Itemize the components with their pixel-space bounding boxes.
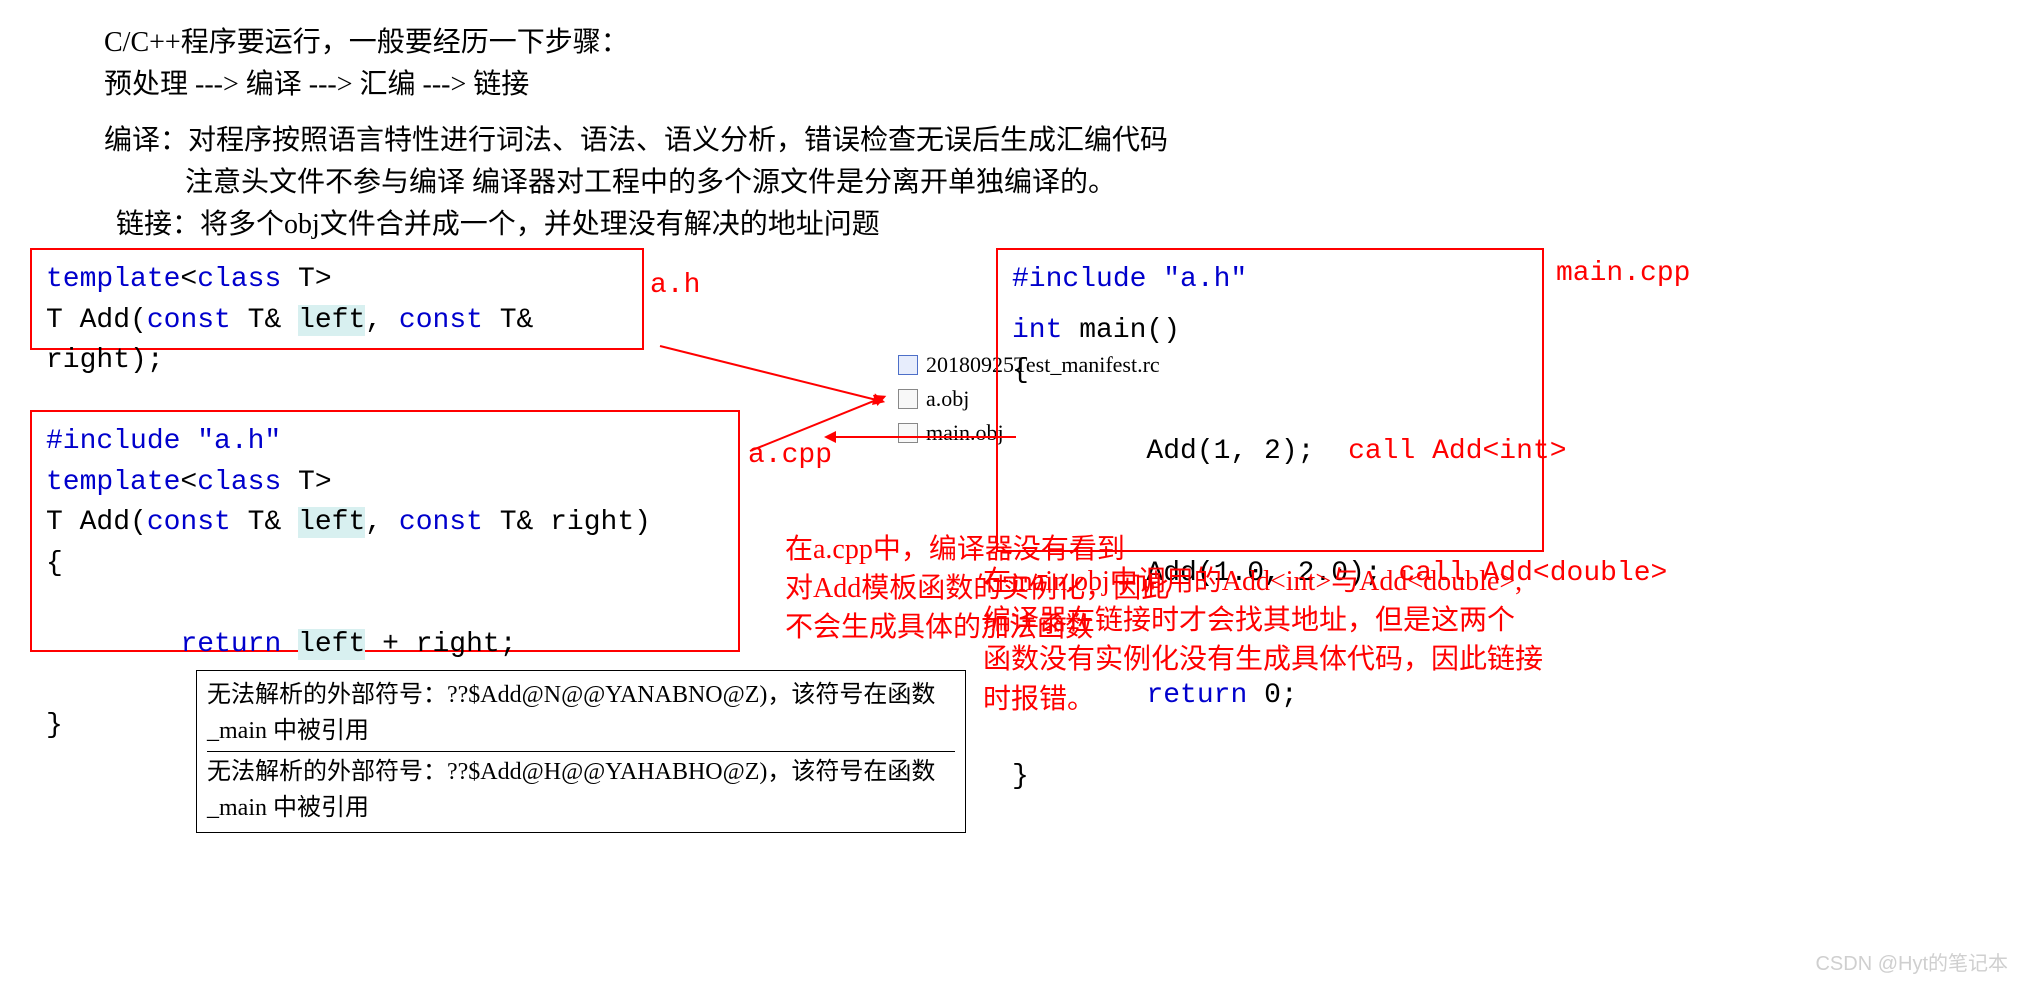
- code-box-main: #include "a.h" int main() { Add(1, 2); c…: [996, 248, 1544, 552]
- obj-file-icon: [898, 423, 918, 443]
- call-add-int-note: call Add<int>: [1348, 436, 1566, 467]
- label-ah: a.h: [650, 270, 700, 301]
- error-line1: 无法解析的外部符号：??$Add@N@@YANABNO@Z)，该符号在函数 _m…: [207, 677, 955, 752]
- main-line4: Add(1, 2); call Add<int>: [1012, 392, 1528, 514]
- file-name-mainobj: main.obj: [926, 420, 1004, 446]
- error-line2: 无法解析的外部符号：??$Add@H@@YAHABHO@Z)，该符号在函数 _m…: [207, 752, 955, 826]
- label-main: main.cpp: [1556, 258, 1690, 289]
- watermark: CSDN @Hyt的笔记本: [1815, 947, 2008, 976]
- header-line5: 链接：将多个obj文件合并成一个，并处理没有解决的地址问题: [116, 204, 880, 246]
- header-line1: C/C++程序要运行，一般要经历一下步骤：: [104, 22, 629, 64]
- acpp-line4: {: [46, 544, 724, 585]
- error-box: 无法解析的外部符号：??$Add@N@@YANABNO@Z)，该符号在函数 _m…: [196, 670, 966, 833]
- rc-file-icon: [898, 355, 918, 375]
- header-line3: 编译：对程序按照语言特性进行词法、语法、语义分析，错误检查无误后生成汇编代码: [104, 120, 1168, 162]
- main-line7: }: [1012, 757, 1528, 798]
- ah-line1: template<class T>: [46, 260, 628, 301]
- code-box-ah: template<class T> T Add(const T& left, c…: [30, 248, 644, 350]
- acpp-line2: template<class T>: [46, 463, 724, 504]
- main-note: 在main.obj中调用的Add<int>与Add<double>, 编译器在链…: [983, 562, 1583, 719]
- main-line2: int main(): [1012, 311, 1528, 352]
- arrow-ah-to-aobj: [660, 345, 884, 403]
- obj-file-icon: [898, 389, 918, 409]
- code-box-acpp: #include "a.h" template<class T> T Add(c…: [30, 410, 740, 652]
- main-line3: {: [1012, 351, 1528, 392]
- acpp-line1: #include "a.h": [46, 422, 724, 463]
- arrow-main-to-mainobj: [826, 436, 1016, 438]
- ah-line2: T Add(const T& left, const T& right);: [46, 301, 628, 382]
- acpp-line3: T Add(const T& left, const T& right): [46, 503, 724, 544]
- main-line1: #include "a.h": [1012, 260, 1528, 301]
- header-line4: 注意头文件不参与编译 编译器对工程中的多个源文件是分离开单独编译的。: [185, 162, 1116, 204]
- file-name-aobj: a.obj: [926, 386, 969, 412]
- header-line2: 预处理 ---> 编译 ---> 汇编 ---> 链接: [104, 64, 529, 106]
